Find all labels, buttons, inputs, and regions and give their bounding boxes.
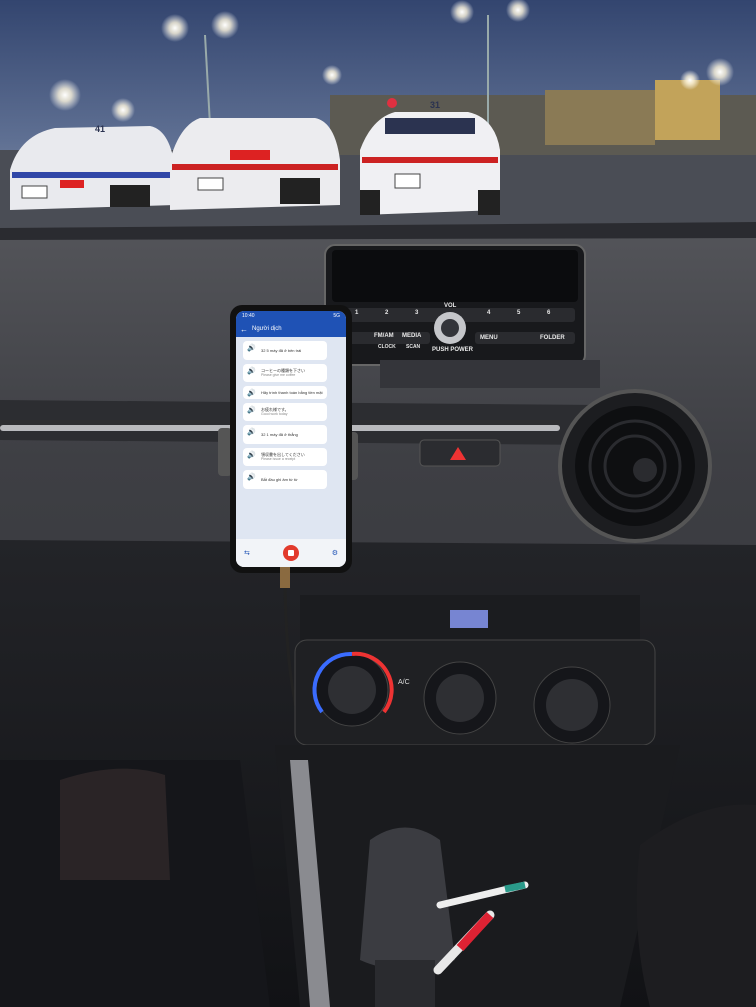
preset-2-label: 2 xyxy=(385,310,389,316)
air-vent-right xyxy=(558,389,712,543)
status-time: 10:40 xyxy=(242,313,255,319)
preset-4-label: 4 xyxy=(487,310,491,316)
speaker-icon[interactable]: 🔊 xyxy=(247,368,256,376)
car-interior-photo: 31 41 A/C VOL PUSH POWER FM/AM MEDIA CLO… xyxy=(0,0,756,1007)
message-bubble[interactable]: 🔊 お疲れ様です。 Good work today xyxy=(243,403,327,421)
phone-bottom-bar: ⇆ ⚙ xyxy=(236,539,346,567)
gear-shifter[interactable] xyxy=(360,827,455,971)
speaker-icon[interactable]: 🔊 xyxy=(247,474,256,482)
preset-6-label: 6 xyxy=(547,310,551,316)
message-bubble[interactable]: 🔊 領収書を出してください Please issue a receipt xyxy=(243,448,327,466)
floor-mat xyxy=(60,768,170,880)
preset-5-label: 5 xyxy=(517,310,521,316)
message-secondary: Please give me coffee xyxy=(261,373,296,377)
clock-label: CLOCK xyxy=(378,344,396,350)
message-bubble[interactable]: 🔊 32 5 máy đã ở bên trái xyxy=(243,341,327,360)
phone-mount-clip-left xyxy=(218,428,232,476)
preset-3-label: 3 xyxy=(415,310,419,316)
passenger-seat xyxy=(636,804,756,1007)
phone-status-bar: 10:40 5G xyxy=(236,311,346,321)
preset-1-label: 1 xyxy=(355,310,359,316)
taxi-left xyxy=(10,126,175,210)
message-primary: 32 5 máy đã ở bên trái xyxy=(261,348,302,353)
fm-am-label: FM/AM xyxy=(374,333,394,339)
speaker-icon[interactable]: 🔊 xyxy=(247,345,256,353)
taxi-roof-number: 31 xyxy=(430,100,440,110)
message-secondary: Good work today xyxy=(261,412,288,416)
center-console xyxy=(275,745,680,1007)
back-arrow-icon[interactable]: ← xyxy=(240,325,248,334)
message-bubble[interactable]: 🔊 Bắt đầu ghi âm từ từ xyxy=(243,470,327,489)
scene-illustration: 31 41 A/C xyxy=(0,0,756,1007)
record-stop-button[interactable] xyxy=(282,545,299,561)
store-building xyxy=(545,90,655,145)
vol-label: VOL xyxy=(444,303,457,309)
speaker-icon[interactable]: 🔊 xyxy=(247,390,256,398)
media-label: MEDIA xyxy=(402,333,422,339)
push-power-label: PUSH POWER xyxy=(432,347,474,353)
speaker-icon[interactable]: 🔊 xyxy=(247,407,256,415)
pen-cap xyxy=(504,881,526,893)
scan-label: SCAN xyxy=(406,344,421,350)
message-primary: Hãy trình thanh toán bằng tiền mặt xyxy=(261,390,323,395)
message-secondary: Please issue a receipt xyxy=(261,457,296,461)
app-bar: ← Người dịch xyxy=(236,321,346,337)
speaker-icon[interactable]: 🔊 xyxy=(247,429,256,437)
ac-label: A/C xyxy=(398,679,410,686)
message-primary: 32 1 máy đã ở thẳng xyxy=(261,432,298,437)
message-list: 🔊 32 5 máy đã ở bên trái 🔊 コーヒーの種類を下さい P… xyxy=(236,337,346,497)
message-bubble[interactable]: 🔊 Hãy trình thanh toán bằng tiền mặt xyxy=(243,386,327,399)
translate-mode-icon[interactable]: ⇆ xyxy=(244,549,250,557)
cable-plug xyxy=(280,566,290,588)
message-bubble[interactable]: 🔊 コーヒーの種類を下さい Please give me coffee xyxy=(243,364,327,382)
taxi-roof-number: 41 xyxy=(95,124,105,134)
status-network: 5G xyxy=(333,313,340,319)
hvac-panel: A/C xyxy=(294,639,656,746)
shifter-boot xyxy=(375,960,435,1007)
app-title: Người dịch xyxy=(252,326,282,332)
air-mode-knob[interactable] xyxy=(546,679,598,731)
message-primary: Bắt đầu ghi âm từ từ xyxy=(261,477,298,482)
speaker-icon[interactable]: 🔊 xyxy=(247,452,256,460)
indicator-display xyxy=(450,610,488,628)
phone-screen: 10:40 5G ← Người dịch 🔊 32 5 máy đã ở bê… xyxy=(236,311,346,567)
folder-label: FOLDER xyxy=(540,335,565,341)
fan-speed-knob[interactable] xyxy=(436,674,484,722)
taxi-middle xyxy=(170,118,340,210)
temperature-knob[interactable] xyxy=(328,666,376,714)
message-bubble[interactable]: 🔊 32 1 máy đã ở thẳng xyxy=(243,425,327,444)
menu-label: MENU xyxy=(480,335,498,341)
settings-icon[interactable]: ⚙ xyxy=(332,549,338,557)
